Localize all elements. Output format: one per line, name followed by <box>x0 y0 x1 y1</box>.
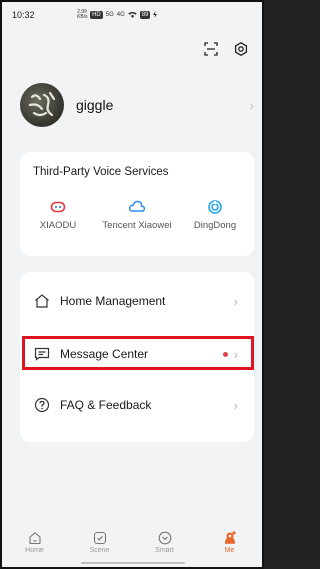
dingdong-icon <box>207 200 223 214</box>
network-speed: 2.99 KB/s <box>77 9 88 20</box>
profile-chevron-icon: › <box>249 97 254 113</box>
battery-level: 89 <box>139 11 151 19</box>
faq-feedback-chevron-icon: › <box>233 397 238 413</box>
menu-item-message-center[interactable]: Message Center › <box>20 328 254 380</box>
menu-item-faq-feedback[interactable]: FAQ & Feedback › <box>20 379 254 431</box>
charging-icon <box>153 10 158 20</box>
menu-item-home-management[interactable]: Home Management › <box>20 275 254 327</box>
status-time: 10:32 <box>12 10 35 20</box>
top-actions <box>204 42 248 56</box>
tab-scene[interactable]: Scene <box>72 531 128 554</box>
voice-service-tencent-xiaowei[interactable]: Tencent Xiaowei <box>102 200 172 231</box>
menu-card: Home Management › Message Center › FAQ &… <box>20 272 254 442</box>
tencent-xiaowei-label: Tencent Xiaowei <box>102 220 172 231</box>
message-center-label: Message Center <box>60 347 149 361</box>
voice-service-xiaodu[interactable]: XIAODU <box>23 200 93 231</box>
status-icons: 2.99 KB/s HD 5G 4G 89 <box>77 9 158 20</box>
tab-me-label: Me <box>224 547 235 554</box>
avatar-calligraphy-image <box>28 91 56 117</box>
tab-me[interactable]: Me <box>202 531 258 554</box>
avatar[interactable] <box>20 83 64 127</box>
xiaodu-label: XIAODU <box>39 220 77 231</box>
5g-signal: 5G <box>105 12 114 18</box>
xiaodu-icon <box>50 200 66 214</box>
username: giggle <box>76 97 114 113</box>
voice-service-dingdong[interactable]: DingDong <box>180 200 250 231</box>
message-icon <box>34 346 50 362</box>
hd-badge: HD <box>90 11 103 19</box>
voice-services-title: Third-Party Voice Services <box>33 166 169 178</box>
voice-services-card: Third-Party Voice Services XIAODU Tencen… <box>20 152 254 256</box>
4g-signal: 4G <box>116 12 125 18</box>
me-tab-icon <box>223 531 237 545</box>
home-indicator <box>81 562 185 564</box>
scene-tab-icon <box>93 531 107 545</box>
dingdong-label: DingDong <box>193 220 237 231</box>
tab-smart[interactable]: Smart <box>137 531 193 554</box>
tab-scene-label: Scene <box>89 547 110 554</box>
home-management-label: Home Management <box>60 294 166 308</box>
faq-feedback-label: FAQ & Feedback <box>60 398 152 412</box>
help-icon <box>34 397 50 413</box>
home-management-chevron-icon: › <box>233 293 238 309</box>
phone-screen: 10:32 2.99 KB/s HD 5G 4G 89 giggle › Thi… <box>0 0 264 569</box>
home-tab-icon <box>28 531 42 545</box>
tab-home[interactable]: Home <box>7 531 63 554</box>
message-center-chevron-icon: › <box>233 346 238 362</box>
tencent-xiaowei-icon <box>128 200 146 214</box>
tab-home-label: Home <box>25 547 44 554</box>
wifi-icon <box>127 11 137 20</box>
home-icon <box>34 293 50 309</box>
settings-icon[interactable] <box>234 42 248 56</box>
unread-dot <box>222 351 228 357</box>
status-bar: 10:32 2.99 KB/s HD 5G 4G 89 <box>2 2 262 28</box>
tab-smart-label: Smart <box>155 547 174 554</box>
profile-row[interactable]: giggle › <box>20 82 254 128</box>
smart-tab-icon <box>158 531 172 545</box>
scan-icon[interactable] <box>204 42 218 56</box>
